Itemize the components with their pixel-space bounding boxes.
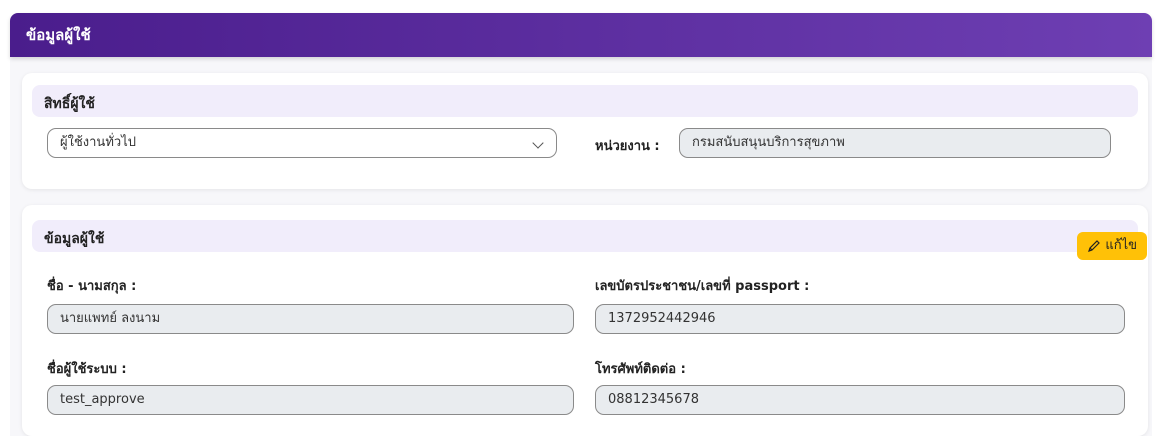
edit-button[interactable]: แก้ไข	[1077, 232, 1147, 260]
department-field[interactable]: กรมสนับสนุนบริการสุขภาพ	[679, 128, 1111, 158]
role-select[interactable]: ผู้ใช้งานทั่วไป	[47, 128, 557, 158]
name-value: นายแพทย์ ลงนาม	[60, 311, 161, 326]
permissions-card: สิทธิ์ผู้ใช้ ผู้ใช้งานทั่วไป หน่วยงาน : …	[22, 73, 1148, 189]
user-info-section-header: ข้อมูลผู้ใช้	[32, 220, 1138, 252]
name-label: ชื่อ - นามสกุล :	[47, 279, 137, 294]
name-field[interactable]: นายแพทย์ ลงนาม	[47, 304, 574, 334]
username-label: ชื่อผู้ใช้ระบบ :	[47, 362, 127, 377]
page-header	[10, 13, 1152, 57]
username-field[interactable]: test_approve	[47, 385, 574, 415]
permissions-section-header: สิทธิ์ผู้ใช้	[32, 85, 1138, 117]
id-value: 1372952442946	[608, 311, 716, 326]
phone-field[interactable]: 08812345678	[595, 385, 1125, 415]
id-label: เลขบัตรประชาชน/เลขที่ passport :	[595, 279, 810, 294]
permissions-section-title: สิทธิ์ผู้ใช้	[44, 96, 95, 112]
department-label: หน่วยงาน :	[595, 139, 660, 154]
id-field[interactable]: 1372952442946	[595, 304, 1125, 334]
user-info-section-title: ข้อมูลผู้ใช้	[44, 231, 105, 247]
username-value: test_approve	[60, 392, 145, 407]
phone-value: 08812345678	[608, 392, 699, 407]
edit-button-label: แก้ไข	[1105, 238, 1137, 253]
user-info-card: ข้อมูลผู้ใช้ ชื่อ - นามสกุล : นายแพทย์ ล…	[22, 205, 1148, 436]
pencil-icon	[1087, 239, 1101, 253]
role-select-value: ผู้ใช้งานทั่วไป	[60, 135, 136, 150]
department-value: กรมสนับสนุนบริการสุขภาพ	[692, 135, 845, 150]
chevron-down-icon	[532, 137, 544, 149]
page-title: ข้อมูลผู้ใช้	[26, 26, 91, 44]
phone-label: โทรศัพท์ติดต่อ :	[595, 362, 686, 377]
